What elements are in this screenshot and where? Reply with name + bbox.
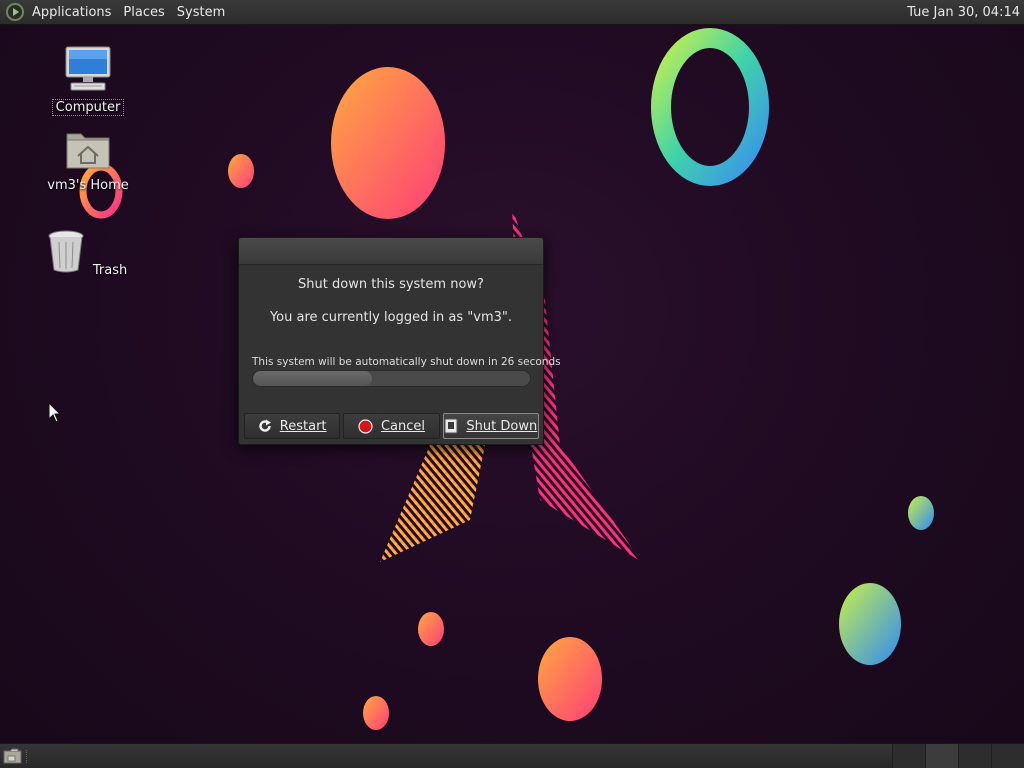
restart-label: Restart	[279, 418, 327, 434]
countdown-progress-fill	[253, 371, 373, 386]
mouse-pointer-icon	[48, 402, 62, 423]
clock[interactable]: Tue Jan 30, 04:14	[907, 0, 1020, 25]
desktop: Applications Places System Tue Jan 30, 0…	[0, 0, 1024, 768]
dialog-user-message: You are currently logged in as "vm3".	[269, 310, 513, 325]
menu-places[interactable]: Places	[117, 0, 170, 25]
menu-system[interactable]: System	[171, 0, 231, 25]
desktop-icon-home[interactable]: vm3's Home	[43, 128, 133, 193]
countdown-progress-bar	[252, 370, 531, 387]
show-desktop-icon[interactable]	[3, 748, 23, 764]
desktop-icon-label: Computer	[51, 99, 125, 116]
workspace-switcher	[892, 744, 1024, 768]
dialog-button-row: Restart Cancel Shut Down	[244, 413, 539, 439]
cancel-label: Cancel	[380, 418, 426, 434]
desktop-icon-label: vm3's Home	[47, 178, 129, 193]
shutdown-dialog: Shut down this system now? You are curre…	[238, 237, 561, 445]
workspace-1[interactable]	[892, 744, 925, 768]
home-folder-icon	[66, 133, 110, 169]
workspace-3[interactable]	[958, 744, 991, 768]
desktop-icon-computer[interactable]: Computer	[43, 45, 133, 116]
desktop-icon-trash[interactable]: Trash	[43, 228, 133, 278]
dialog-titlebar[interactable]	[239, 238, 543, 265]
shut-down-label: Shut Down	[466, 418, 538, 434]
desktop-icon-label: Trash	[92, 263, 128, 278]
restart-icon	[259, 419, 271, 432]
top-panel: Applications Places System Tue Jan 30, 0…	[0, 0, 1024, 25]
shutdown-icon	[444, 418, 458, 434]
bottom-panel	[0, 743, 1024, 768]
computer-icon	[65, 46, 111, 91]
trash-icon	[48, 230, 84, 273]
applications-logo-icon[interactable]	[6, 3, 24, 21]
dialog-countdown-text: This system will be automatically shut d…	[252, 356, 561, 368]
cancel-icon	[358, 418, 373, 434]
menu-applications[interactable]: Applications	[26, 0, 117, 25]
panel-handle	[26, 750, 30, 763]
shut-down-button[interactable]: Shut Down	[442, 413, 539, 439]
cancel-button[interactable]: Cancel	[343, 413, 440, 439]
workspace-4[interactable]	[991, 744, 1024, 768]
restart-button[interactable]: Restart	[244, 413, 341, 439]
workspace-2[interactable]	[925, 744, 958, 768]
dialog-question: Shut down this system now?	[298, 277, 484, 292]
